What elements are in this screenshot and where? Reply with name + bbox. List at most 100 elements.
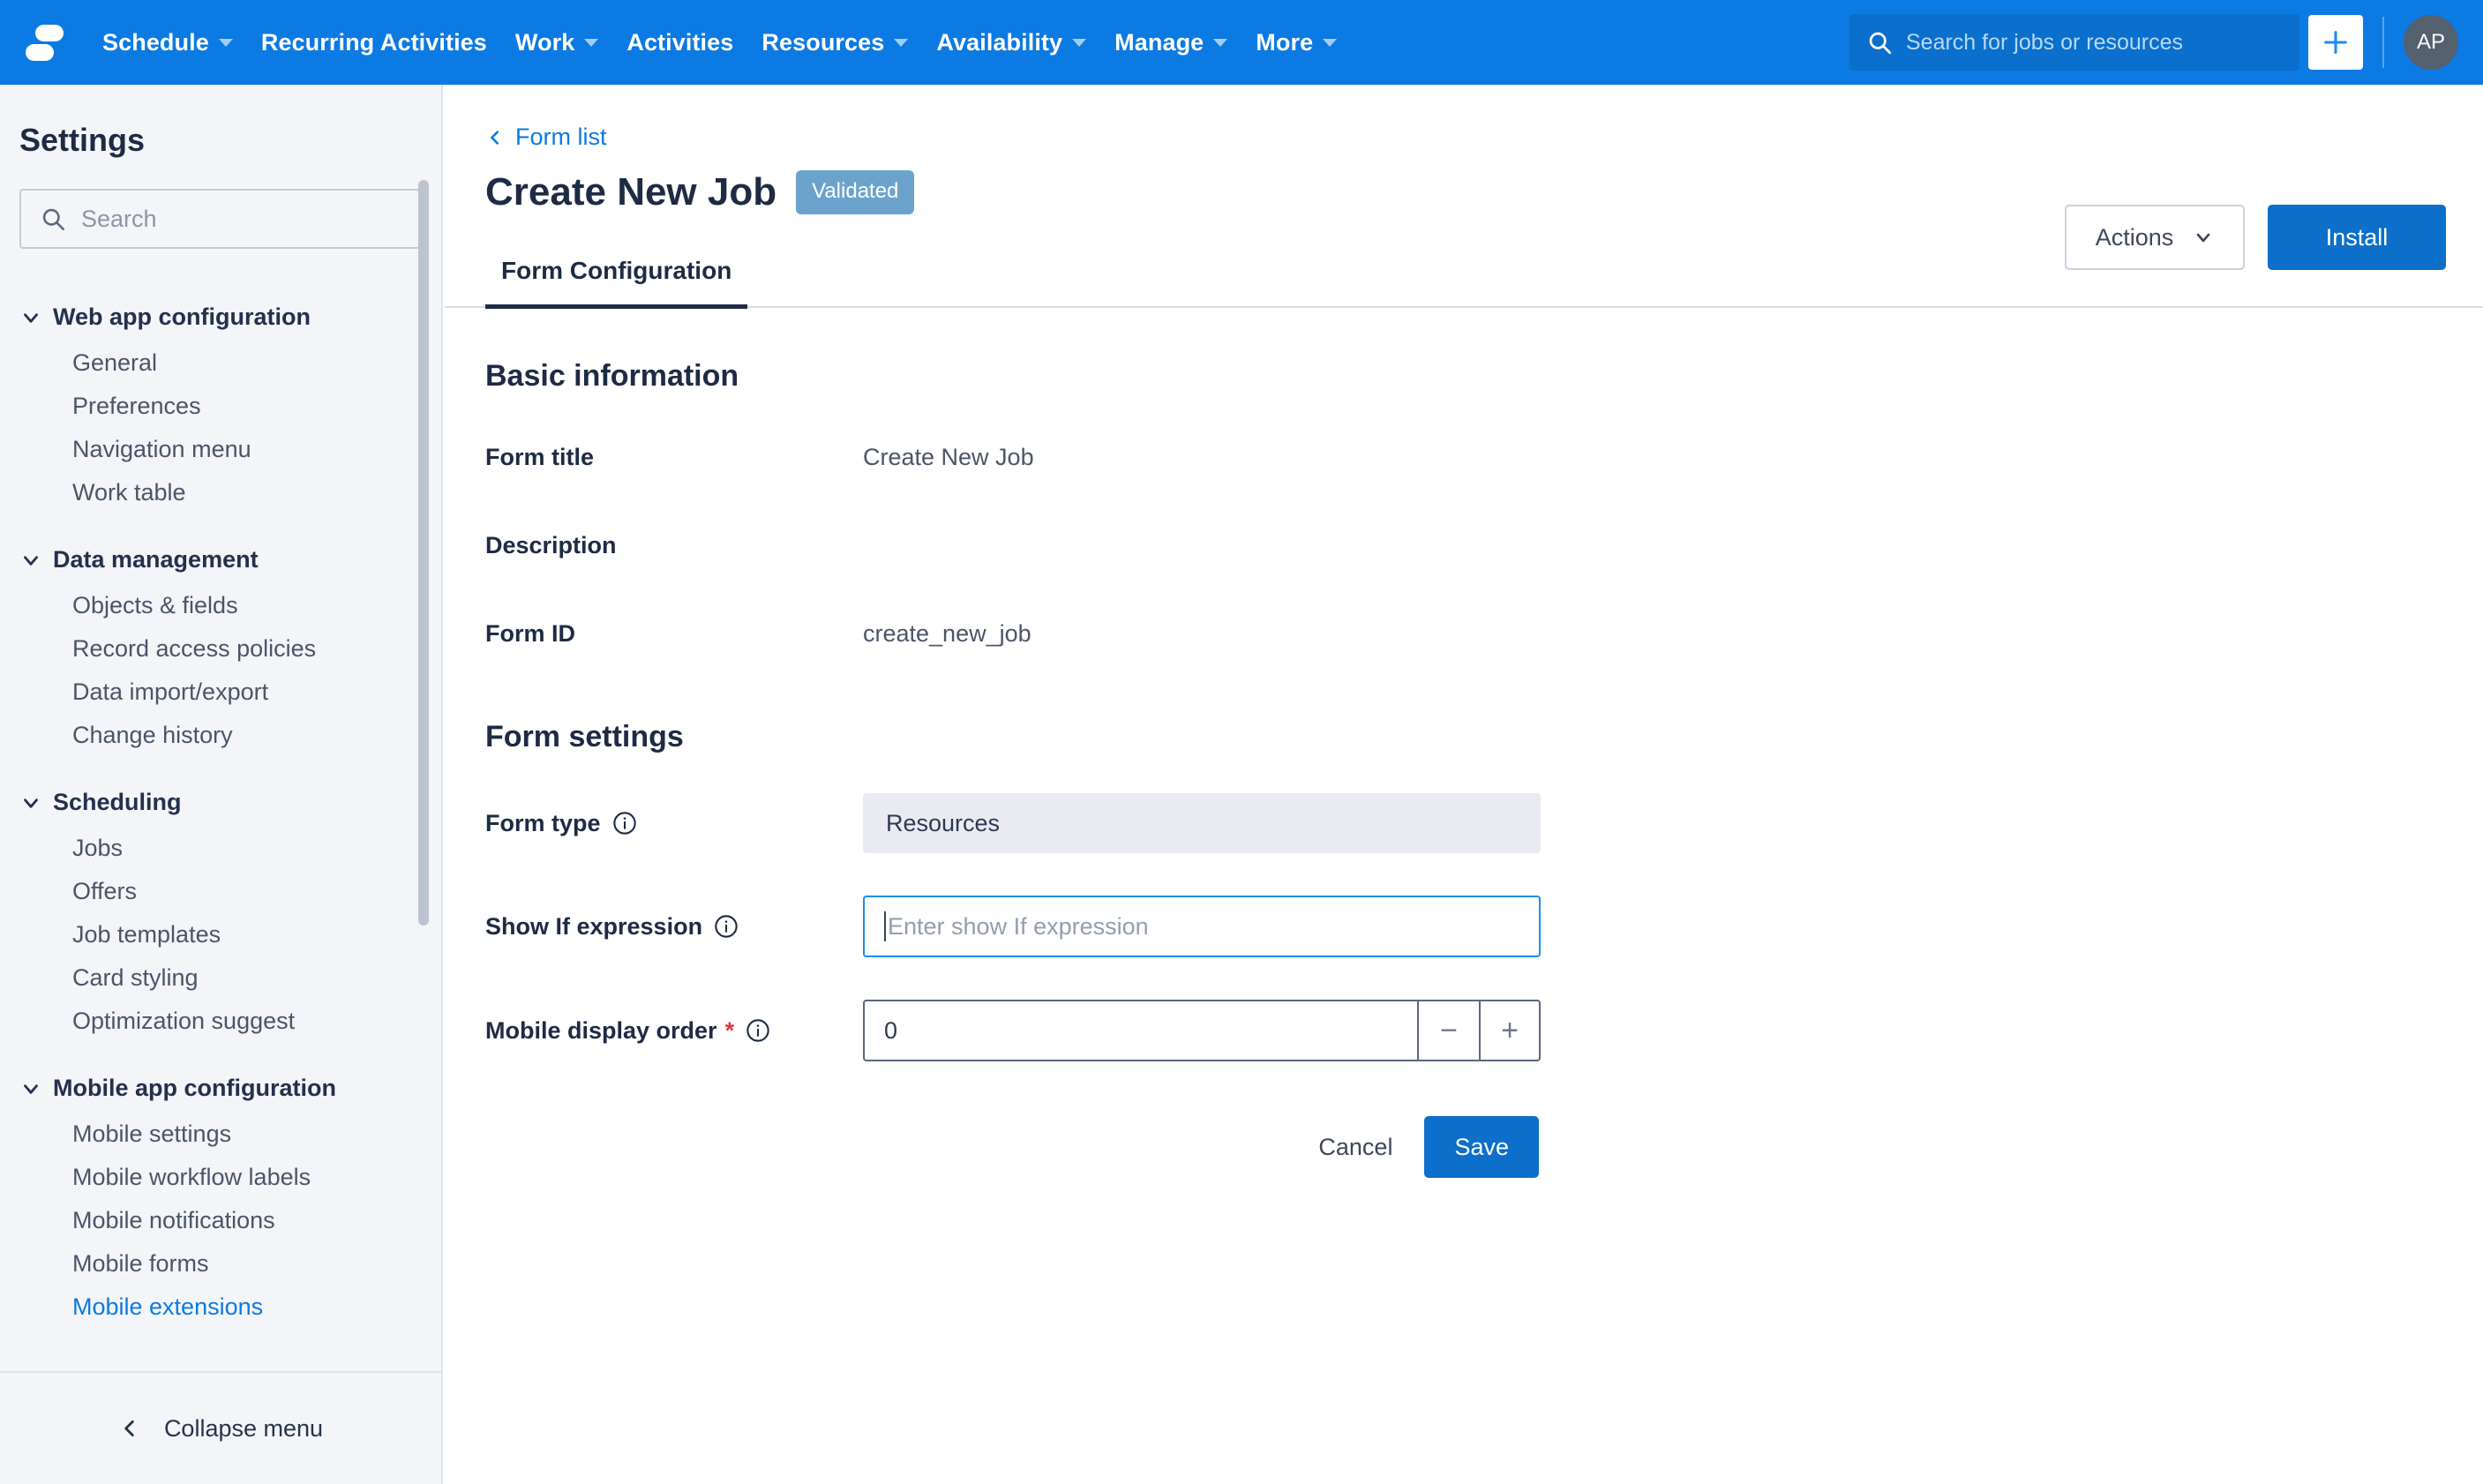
sidebar-item-mobile-extensions[interactable]: Mobile extensions bbox=[0, 1285, 441, 1329]
form-type-input: Resources bbox=[863, 793, 1541, 853]
field-value-form-title: Create New Job bbox=[863, 444, 1034, 471]
sidebar-item-preferences[interactable]: Preferences bbox=[0, 385, 441, 428]
tab-form-configuration[interactable]: Form Configuration bbox=[485, 257, 747, 309]
field-row-form-type: Form type Resources bbox=[445, 793, 2483, 853]
nav-item-resources[interactable]: Resources bbox=[747, 0, 922, 85]
install-button[interactable]: Install bbox=[2268, 205, 2446, 270]
chevron-down-icon bbox=[1323, 39, 1337, 47]
cancel-button-label: Cancel bbox=[1318, 1134, 1392, 1160]
sidebar-group-mobile-app-configuration: Mobile app configuration Mobile settings… bbox=[0, 1064, 441, 1329]
required-marker: * bbox=[725, 1017, 735, 1045]
minus-icon: − bbox=[1440, 1016, 1458, 1046]
global-search-input[interactable]: Search for jobs or resources bbox=[1849, 14, 2299, 71]
chevron-down-icon bbox=[19, 1077, 49, 1100]
sidebar-group-header-data-management[interactable]: Data management bbox=[0, 536, 441, 584]
nav-label: Recurring Activities bbox=[261, 29, 487, 56]
sidebar-search-input[interactable]: Search bbox=[19, 189, 420, 249]
actions-button[interactable]: Actions bbox=[2065, 205, 2245, 270]
search-icon bbox=[1867, 30, 1892, 55]
field-label-show-if-expression: Show If expression bbox=[485, 913, 863, 941]
sidebar-item-mobile-settings[interactable]: Mobile settings bbox=[0, 1113, 441, 1156]
nav-item-recurring-activities[interactable]: Recurring Activities bbox=[247, 0, 501, 85]
field-label-text: Form type bbox=[485, 810, 601, 837]
sidebar-item-card-styling[interactable]: Card styling bbox=[0, 956, 441, 1000]
section-title-basic-information: Basic information bbox=[445, 359, 2483, 393]
sidebar-group-header-scheduling[interactable]: Scheduling bbox=[0, 778, 441, 827]
field-label-form-title: Form title bbox=[485, 444, 863, 471]
actions-button-label: Actions bbox=[2096, 224, 2174, 251]
mobile-display-order-input[interactable]: 0 bbox=[863, 1000, 1417, 1061]
sidebar-item-optimization-suggest[interactable]: Optimization suggest bbox=[0, 1000, 441, 1043]
install-button-label: Install bbox=[2326, 224, 2389, 251]
sidebar-group-label: Data management bbox=[53, 546, 259, 573]
tab-label: Form Configuration bbox=[501, 257, 731, 284]
nav-label: Resources bbox=[761, 29, 884, 56]
sidebar-item-change-history[interactable]: Change history bbox=[0, 714, 441, 757]
sidebar-group-scheduling: Scheduling Jobs Offers Job templates Car… bbox=[0, 778, 441, 1043]
sidebar-item-mobile-notifications[interactable]: Mobile notifications bbox=[0, 1199, 441, 1242]
nav-item-availability[interactable]: Availability bbox=[922, 0, 1100, 85]
avatar-initials: AP bbox=[2417, 30, 2445, 55]
nav-item-more[interactable]: More bbox=[1242, 0, 1351, 85]
increment-button[interactable]: + bbox=[1479, 1000, 1541, 1061]
chevron-left-icon bbox=[485, 128, 505, 147]
sidebar-item-objects-and-fields[interactable]: Objects & fields bbox=[0, 584, 441, 627]
nav-divider bbox=[2382, 17, 2384, 68]
chevron-down-icon bbox=[1072, 39, 1086, 47]
field-row-form-title: Form title Create New Job bbox=[445, 432, 2483, 482]
chevron-down-icon bbox=[19, 306, 49, 329]
nav-label: Schedule bbox=[102, 29, 209, 56]
field-row-description: Description bbox=[445, 521, 2483, 570]
nav-label: Manage bbox=[1114, 29, 1204, 56]
sidebar-item-record-access-policies[interactable]: Record access policies bbox=[0, 627, 441, 671]
sidebar-item-mobile-workflow-labels[interactable]: Mobile workflow labels bbox=[0, 1156, 441, 1199]
sidebar-item-work-table[interactable]: Work table bbox=[0, 471, 441, 514]
field-row-form-id: Form ID create_new_job bbox=[445, 609, 2483, 658]
nav-item-work[interactable]: Work bbox=[501, 0, 612, 85]
nav-item-schedule[interactable]: Schedule bbox=[88, 0, 247, 85]
sidebar-item-jobs[interactable]: Jobs bbox=[0, 827, 441, 870]
sidebar-item-navigation-menu[interactable]: Navigation menu bbox=[0, 428, 441, 471]
info-icon[interactable] bbox=[714, 914, 739, 939]
info-icon[interactable] bbox=[612, 811, 637, 836]
cancel-button[interactable]: Cancel bbox=[1299, 1120, 1412, 1175]
main-content: Form list Create New Job Validated Actio… bbox=[445, 85, 2483, 1484]
field-row-mobile-display-order: Mobile display order * 0 − + bbox=[445, 1000, 2483, 1061]
field-value-form-id: create_new_job bbox=[863, 620, 1031, 648]
field-label-text: Mobile display order bbox=[485, 1017, 717, 1045]
plus-icon: + bbox=[1501, 1016, 1519, 1046]
sidebar-search-placeholder: Search bbox=[81, 206, 157, 233]
sidebar-scrollbar[interactable] bbox=[418, 180, 429, 926]
sidebar-group-header-web-app-configuration[interactable]: Web app configuration bbox=[0, 293, 441, 341]
show-if-expression-input[interactable]: Enter show If expression bbox=[863, 896, 1541, 957]
sidebar-group-header-mobile-app-configuration[interactable]: Mobile app configuration bbox=[0, 1064, 441, 1113]
nav-item-activities[interactable]: Activities bbox=[612, 0, 747, 85]
chevron-down-icon bbox=[894, 39, 908, 47]
header-action-buttons: Actions Install bbox=[2065, 205, 2446, 270]
user-avatar[interactable]: AP bbox=[2404, 15, 2458, 70]
save-button[interactable]: Save bbox=[1424, 1116, 1539, 1178]
decrement-button[interactable]: − bbox=[1417, 1000, 1479, 1061]
sidebar-item-general[interactable]: General bbox=[0, 341, 441, 385]
collapse-menu-label: Collapse menu bbox=[164, 1415, 323, 1443]
breadcrumb-form-list[interactable]: Form list bbox=[445, 85, 607, 151]
sidebar-title: Settings bbox=[0, 85, 441, 159]
field-label-text: Show If expression bbox=[485, 913, 702, 941]
sidebar-item-offers[interactable]: Offers bbox=[0, 870, 441, 913]
status-badge: Validated bbox=[796, 170, 914, 214]
plus-icon bbox=[2321, 27, 2351, 57]
nav-item-manage[interactable]: Manage bbox=[1100, 0, 1242, 85]
search-icon bbox=[41, 206, 65, 231]
sidebar-item-mobile-forms[interactable]: Mobile forms bbox=[0, 1242, 441, 1285]
global-search-placeholder: Search for jobs or resources bbox=[1906, 30, 2183, 56]
sidebar-item-job-templates[interactable]: Job templates bbox=[0, 913, 441, 956]
page-title: Create New Job bbox=[485, 170, 776, 214]
field-label-description: Description bbox=[485, 532, 863, 559]
sidebar-item-data-import-export[interactable]: Data import/export bbox=[0, 671, 441, 714]
collapse-menu-button[interactable]: Collapse menu bbox=[0, 1371, 441, 1484]
create-new-button[interactable] bbox=[2308, 15, 2363, 70]
field-row-show-if-expression: Show If expression Enter show If express… bbox=[445, 896, 2483, 957]
info-icon[interactable] bbox=[746, 1018, 770, 1043]
app-logo-icon[interactable] bbox=[23, 19, 65, 65]
nav-label: Activities bbox=[626, 29, 733, 56]
